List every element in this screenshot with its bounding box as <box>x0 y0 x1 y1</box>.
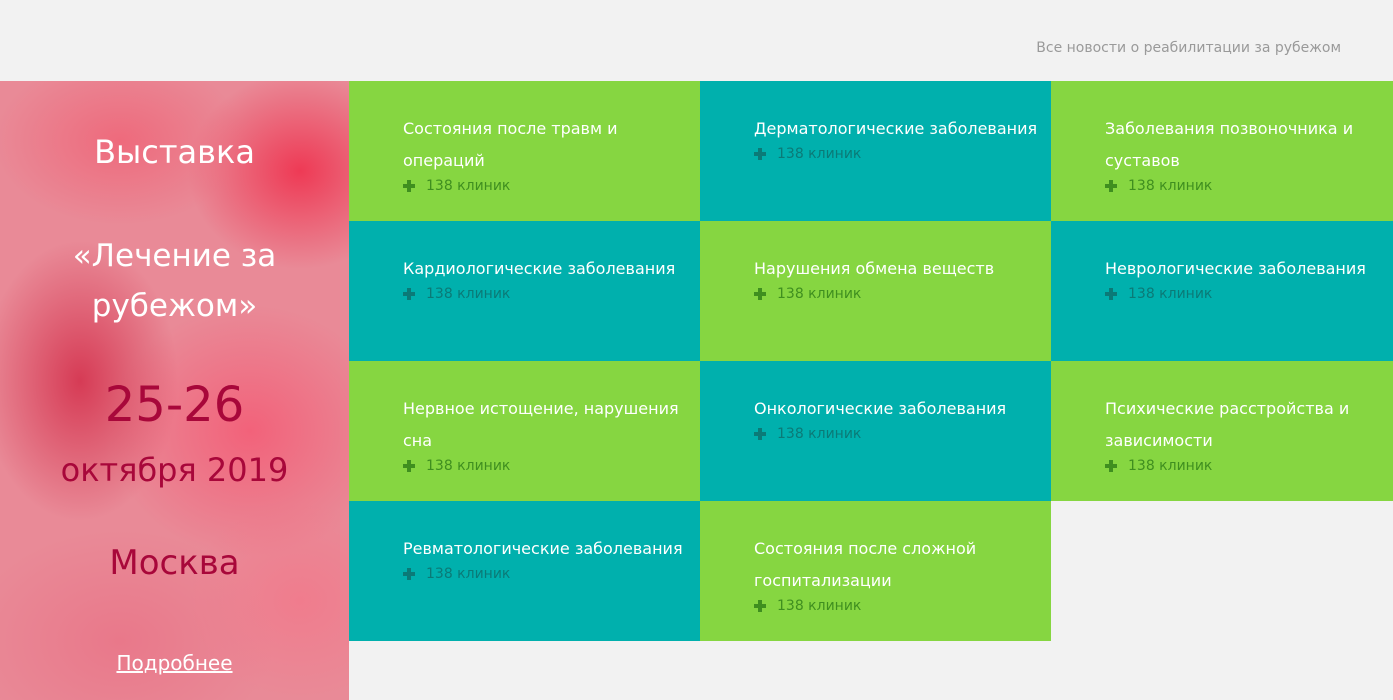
plus-icon <box>754 428 766 440</box>
category-tile[interactable]: Психические расстройства и зависимости 1… <box>1051 361 1393 501</box>
plus-icon <box>754 148 766 160</box>
category-title: Онкологические заболевания <box>754 399 1007 418</box>
promo-month-year: октября 2019 <box>60 451 289 489</box>
plus-icon <box>754 288 766 300</box>
plus-icon <box>754 600 766 612</box>
category-title: Кардиологические заболевания <box>403 259 676 278</box>
category-tile[interactable]: Ревматологические заболевания 138 клиник <box>349 501 700 641</box>
more-details-link[interactable]: Подробнее <box>0 651 349 675</box>
clinic-count: 138 клиник <box>777 598 862 614</box>
category-tile[interactable]: Состояния после сложной госпитализации 1… <box>700 501 1051 641</box>
clinic-count: 138 клиник <box>426 286 511 302</box>
clinic-count: 138 клиник <box>426 566 511 582</box>
category-tile[interactable]: Неврологические заболевания 138 клиник <box>1051 221 1393 361</box>
category-title: Психические расстройства и зависимости <box>1105 399 1350 450</box>
category-title: Заболевания позвоночника и суставов <box>1105 119 1354 170</box>
clinic-count: 138 клиник <box>777 426 862 442</box>
plus-icon <box>1105 288 1117 300</box>
plus-icon <box>1105 460 1117 472</box>
category-title: Состояния после сложной госпитализации <box>754 539 977 590</box>
plus-icon <box>403 288 415 300</box>
clinic-count: 138 клиник <box>1128 178 1213 194</box>
category-title: Нарушения обмена веществ <box>754 259 995 278</box>
promo-exhibition-name: «Лечение за рубежом» <box>72 238 277 324</box>
category-tile[interactable]: Нервное истощение, нарушения сна 138 кли… <box>349 361 700 501</box>
clinic-count: 138 клиник <box>777 146 862 162</box>
plus-icon <box>403 460 415 472</box>
promo-title: Выставка <box>94 133 255 171</box>
promo-dates: 25-26 <box>104 377 245 433</box>
exhibition-banner[interactable]: Выставка «Лечение за рубежом» 25-26 октя… <box>0 81 349 700</box>
category-tile[interactable]: Нарушения обмена веществ 138 клиник <box>700 221 1051 361</box>
plus-icon <box>403 568 415 580</box>
category-tile[interactable]: Онкологические заболевания 138 клиник <box>700 361 1051 501</box>
all-news-link[interactable]: Все новости о реабилитации за рубежом <box>1036 40 1341 56</box>
plus-icon <box>403 180 415 192</box>
category-title: Неврологические заболевания <box>1105 259 1366 278</box>
clinic-count: 138 клиник <box>426 178 511 194</box>
clinic-count: 138 клиник <box>1128 458 1213 474</box>
category-title: Состояния после травм и операций <box>403 119 618 170</box>
category-title: Нервное истощение, нарушения сна <box>403 399 679 450</box>
category-tile[interactable]: Кардиологические заболевания 138 клиник <box>349 221 700 361</box>
category-title: Дерматологические заболевания <box>754 119 1038 138</box>
category-tile[interactable]: Заболевания позвоночника и суставов 138 … <box>1051 81 1393 221</box>
category-tile[interactable]: Дерматологические заболевания 138 клиник <box>700 81 1051 221</box>
clinic-count: 138 клиник <box>1128 286 1213 302</box>
category-tile[interactable]: Состояния после травм и операций 138 кли… <box>349 81 700 221</box>
plus-icon <box>1105 180 1117 192</box>
promo-city: Москва <box>109 543 240 583</box>
clinic-count: 138 клиник <box>777 286 862 302</box>
category-title: Ревматологические заболевания <box>403 539 683 558</box>
clinic-count: 138 клиник <box>426 458 511 474</box>
